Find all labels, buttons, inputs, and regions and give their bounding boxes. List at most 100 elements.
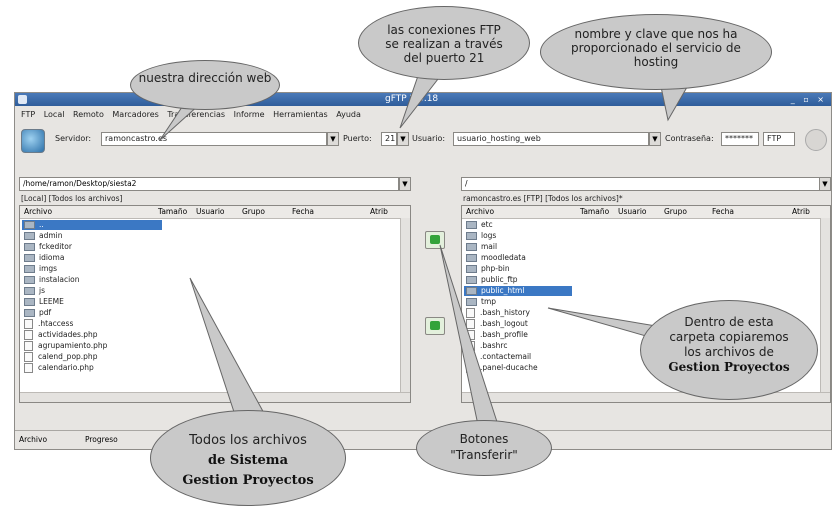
- local-vertical-scrollbar[interactable]: [400, 218, 410, 393]
- folder-icon: [24, 298, 35, 306]
- folder-icon: [466, 221, 477, 229]
- local-col-fecha[interactable]: Fecha: [292, 206, 314, 218]
- local-file-list[interactable]: Archivo Tamaño Usuario Grupo Fecha Atrib…: [19, 205, 411, 403]
- remote-caption: ramoncastro.es [FTP] [Todos los archivos…: [463, 194, 623, 203]
- menu-remoto[interactable]: Remoto: [73, 110, 104, 119]
- list-item[interactable]: .panel-ducache: [466, 363, 538, 373]
- remote-vertical-scrollbar[interactable]: [820, 218, 830, 393]
- local-path-input[interactable]: /home/ramon/Desktop/siesta2: [19, 177, 399, 191]
- menu-ayuda[interactable]: Ayuda: [336, 110, 361, 119]
- file-icon: [466, 352, 475, 362]
- list-item[interactable]: admin: [24, 231, 63, 241]
- menu-herramientas[interactable]: Herramientas: [273, 110, 328, 119]
- list-item[interactable]: etc: [466, 220, 493, 230]
- callout-transfer-buttons: Botones "Transferir": [416, 420, 552, 476]
- remote-horizontal-scrollbar[interactable]: [462, 392, 830, 402]
- remote-col-fecha[interactable]: Fecha: [712, 206, 734, 218]
- status-file-label: Archivo: [19, 435, 48, 444]
- remote-col-grupo[interactable]: Grupo: [664, 206, 687, 218]
- local-path-dropdown[interactable]: ▼: [399, 177, 411, 191]
- password-input[interactable]: *******: [721, 132, 759, 146]
- list-item[interactable]: LEEME: [24, 297, 64, 307]
- folder-icon: [466, 243, 477, 251]
- menu-ftp[interactable]: FTP: [21, 110, 35, 119]
- local-horizontal-scrollbar[interactable]: [20, 392, 410, 402]
- port-input[interactable]: 21: [381, 132, 397, 146]
- file-icon: [24, 341, 33, 351]
- list-item[interactable]: public_ftp: [466, 275, 518, 285]
- list-item[interactable]: .bash_history: [466, 308, 530, 318]
- callout-credentials: nombre y clave que nos ha proporcionado …: [540, 14, 772, 90]
- local-col-archivo[interactable]: Archivo: [24, 206, 52, 218]
- callout-files-text: Todos los archivos: [189, 433, 307, 448]
- user-input[interactable]: usuario_hosting_web: [453, 132, 649, 146]
- transfer-to-local-button[interactable]: [425, 317, 445, 335]
- list-item[interactable]: public_html: [466, 286, 524, 296]
- file-icon: [466, 330, 475, 340]
- remote-col-usuario[interactable]: Usuario: [618, 206, 647, 218]
- folder-icon: [24, 232, 35, 240]
- folder-icon: [466, 265, 477, 273]
- callout-folder-project: Gestion Proyectos: [668, 360, 790, 374]
- status-progress-label: Progreso: [85, 435, 118, 444]
- local-list-header: Archivo Tamaño Usuario Grupo Fecha Atrib: [20, 206, 410, 219]
- server-input[interactable]: ramoncastro.es: [101, 132, 327, 146]
- local-col-tamano[interactable]: Tamaño: [158, 206, 187, 218]
- list-item[interactable]: js: [24, 286, 45, 296]
- local-col-usuario[interactable]: Usuario: [196, 206, 225, 218]
- remote-col-atrib[interactable]: Atrib: [792, 206, 810, 218]
- list-item[interactable]: php-bin: [466, 264, 510, 274]
- list-item[interactable]: calend_pop.php: [24, 352, 97, 362]
- file-icon: [24, 352, 33, 362]
- menu-transferencias[interactable]: Transferencias: [167, 110, 225, 119]
- folder-icon: [466, 232, 477, 240]
- folder-icon: [24, 221, 35, 229]
- folder-icon: [24, 276, 35, 284]
- list-item[interactable]: tmp: [466, 297, 496, 307]
- list-item[interactable]: agrupamiento.php: [24, 341, 107, 351]
- callout-files-system: de Sistema: [208, 453, 288, 468]
- remote-col-archivo[interactable]: Archivo: [466, 206, 494, 218]
- menu-marcadores[interactable]: Marcadores: [112, 110, 158, 119]
- list-item[interactable]: .bash_profile: [466, 330, 528, 340]
- remote-path-input[interactable]: /: [461, 177, 821, 191]
- list-item[interactable]: .contactemail: [466, 352, 531, 362]
- list-item[interactable]: .bash_logout: [466, 319, 528, 329]
- list-item[interactable]: .bashrc: [466, 341, 507, 351]
- list-item[interactable]: calendario.php: [24, 363, 94, 373]
- file-icon: [466, 308, 475, 318]
- port-dropdown[interactable]: ▼: [397, 132, 409, 146]
- menu-informe[interactable]: Informe: [234, 110, 265, 119]
- list-item[interactable]: moodledata: [466, 253, 526, 263]
- list-item[interactable]: pdf: [24, 308, 51, 318]
- list-item[interactable]: ..: [24, 220, 44, 230]
- list-item[interactable]: .htaccess: [24, 319, 73, 329]
- file-icon: [466, 341, 475, 351]
- list-item[interactable]: actividades.php: [24, 330, 98, 340]
- transfer-to-remote-button[interactable]: [425, 231, 445, 249]
- list-item[interactable]: imgs: [24, 264, 57, 274]
- folder-icon: [24, 265, 35, 273]
- list-item[interactable]: instalacion: [24, 275, 80, 285]
- list-item[interactable]: mail: [466, 242, 497, 252]
- local-col-grupo[interactable]: Grupo: [242, 206, 265, 218]
- folder-icon: [24, 254, 35, 262]
- remote-path-dropdown[interactable]: ▼: [819, 177, 831, 191]
- remote-list-header: Archivo Tamaño Usuario Grupo Fecha Atrib: [462, 206, 830, 219]
- menu-local[interactable]: Local: [44, 110, 65, 119]
- list-item[interactable]: idioma: [24, 253, 64, 263]
- connect-icon[interactable]: [21, 129, 45, 153]
- local-pane: /home/ramon/Desktop/siesta2 ▼ [Local] [T…: [19, 163, 411, 427]
- server-dropdown[interactable]: ▼: [327, 132, 339, 146]
- stop-icon[interactable]: [805, 129, 827, 151]
- remote-col-tamano[interactable]: Tamaño: [580, 206, 609, 218]
- folder-icon: [24, 243, 35, 251]
- file-icon: [24, 363, 33, 373]
- user-dropdown[interactable]: ▼: [649, 132, 661, 146]
- list-item[interactable]: logs: [466, 231, 496, 241]
- folder-icon: [466, 276, 477, 284]
- local-col-atrib[interactable]: Atrib: [370, 206, 388, 218]
- window-buttons[interactable]: _ ▫ ×: [791, 93, 827, 106]
- protocol-select[interactable]: FTP: [763, 132, 795, 146]
- list-item[interactable]: fckeditor: [24, 242, 72, 252]
